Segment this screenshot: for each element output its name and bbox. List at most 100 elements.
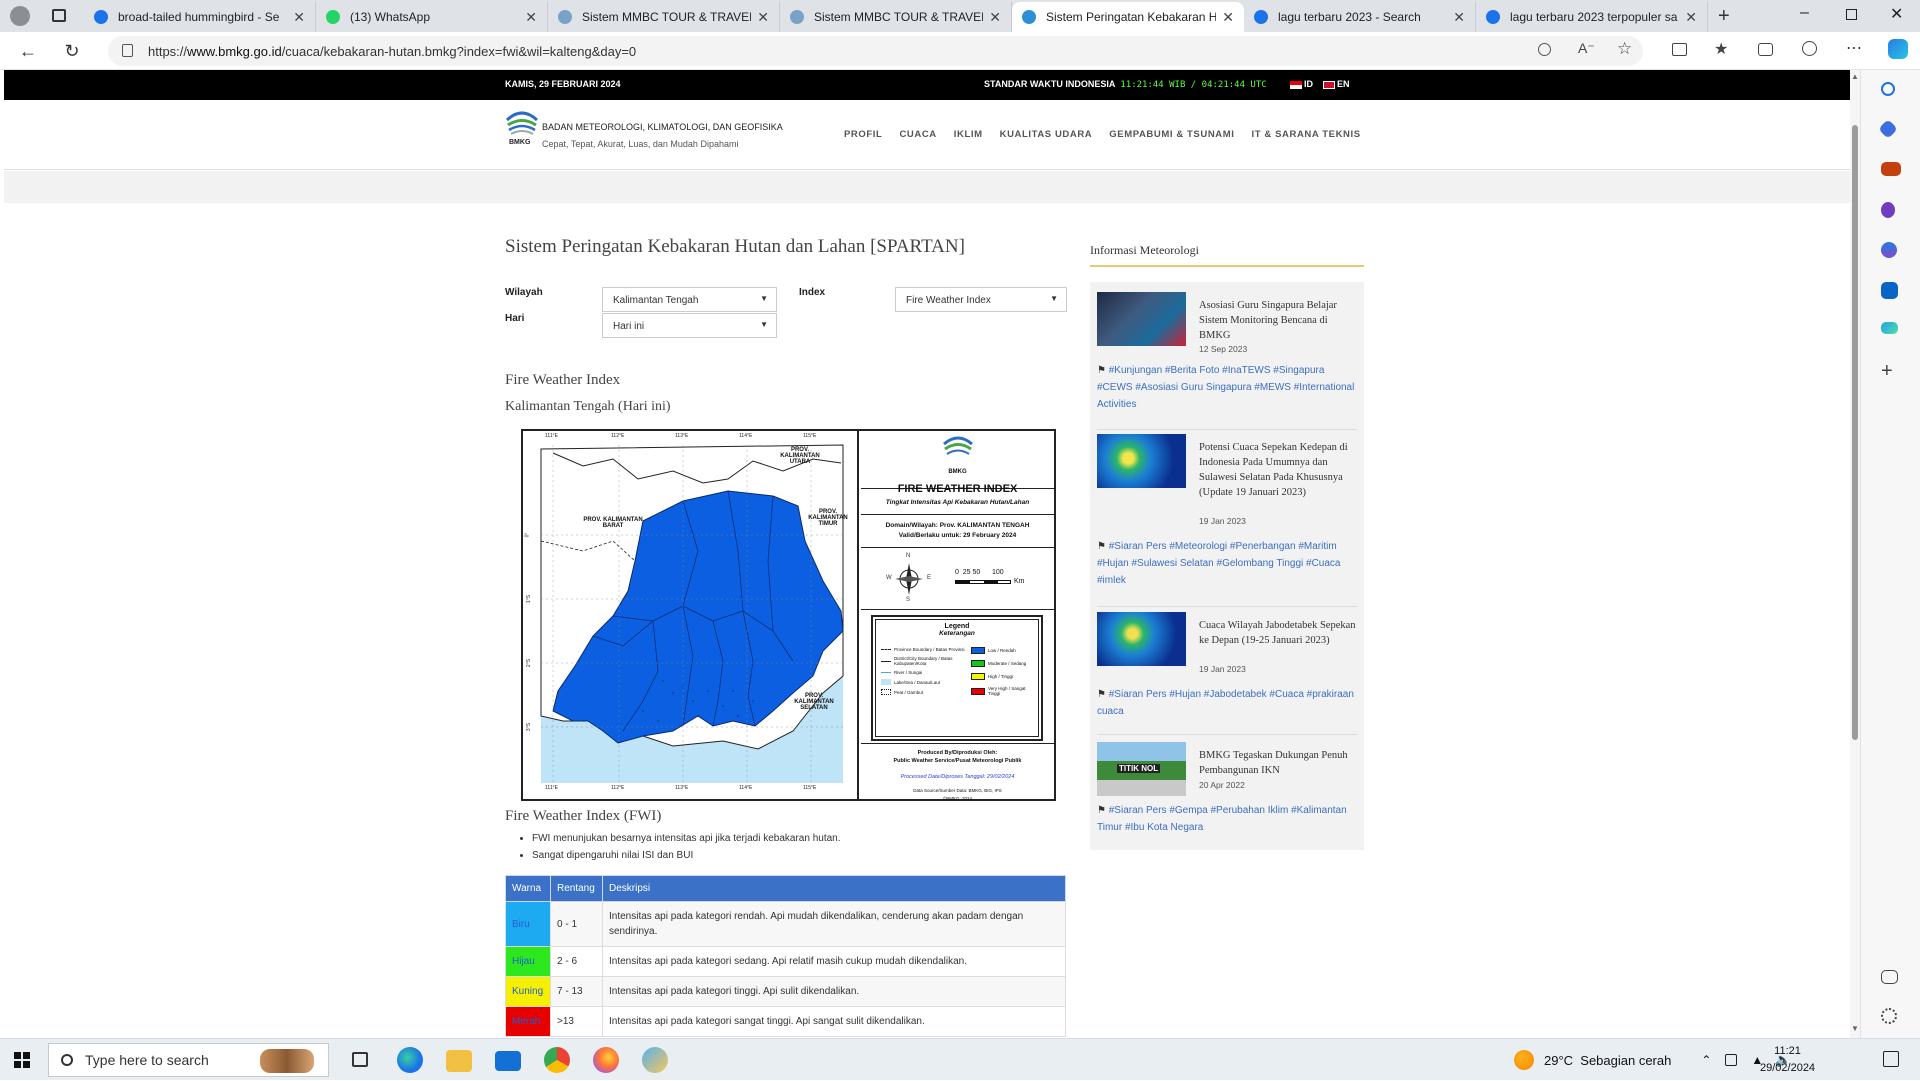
collections-icon[interactable] xyxy=(1758,43,1773,56)
scroll-down-arrow[interactable]: ▼ xyxy=(1851,1024,1859,1033)
screenshot-icon[interactable] xyxy=(1881,970,1898,984)
add-sidebar-icon[interactable]: + xyxy=(1881,361,1901,382)
news-tags-text[interactable]: #Siaran Pers #Hujan #Jabodetabek #Cuaca … xyxy=(1097,689,1354,717)
fwi-heading: Fire Weather Index (FWI) xyxy=(505,808,662,824)
scrollbar-thumb[interactable] xyxy=(1852,125,1858,740)
edge-app-icon[interactable] xyxy=(397,1047,423,1073)
nav-menu-iklim[interactable]: IKLIM xyxy=(954,129,983,140)
news-tags[interactable]: ⚑ #Kunjungan #Berita Foto #InaTEWS #Sing… xyxy=(1097,362,1359,413)
notifications-icon[interactable] xyxy=(1883,1051,1899,1067)
favorites-icon[interactable]: ★ xyxy=(1714,39,1728,59)
close-tab-icon[interactable]: ✕ xyxy=(1447,9,1465,26)
firefox-icon[interactable] xyxy=(593,1047,619,1073)
close-tab-icon[interactable]: ✕ xyxy=(751,9,769,26)
new-tab-button[interactable]: + xyxy=(1718,5,1730,28)
nav-menu-gempabumi-tsunami[interactable]: GEMPABUMI & TSUNAMI xyxy=(1109,129,1234,140)
news-thumbnail[interactable] xyxy=(1097,292,1186,346)
favorite-star-icon[interactable]: ☆ xyxy=(1617,39,1632,59)
scroll-up-arrow[interactable]: ▲ xyxy=(1851,72,1859,81)
read-aloud-icon[interactable]: A⁻ xyxy=(1578,40,1595,57)
lang-id-link[interactable]: ID xyxy=(1290,79,1313,89)
drop-icon[interactable] xyxy=(1881,322,1898,334)
tools-icon[interactable] xyxy=(1881,162,1901,176)
copilot-icon[interactable] xyxy=(1888,39,1908,59)
lang-en-link[interactable]: EN xyxy=(1323,79,1350,89)
close-tab-icon[interactable]: ✕ xyxy=(983,9,1001,26)
browser-tab[interactable]: lagu terbaru 2023 - Search ✕ xyxy=(1244,2,1476,32)
back-button[interactable]: ← xyxy=(10,33,46,69)
browser-tab[interactable]: Sistem MMBC TOUR & TRAVEL ✕ xyxy=(548,2,780,32)
bmkg-logo-icon xyxy=(942,436,973,455)
page-scrollbar[interactable]: ▲ ▼ xyxy=(1850,70,1860,1038)
url-field[interactable]: https://www.bmkg.go.id/cuaca/kebakaran-h… xyxy=(108,36,1643,66)
nav-menu-profil[interactable]: PROFIL xyxy=(844,129,882,140)
taskbar-search[interactable]: Type here to search xyxy=(48,1043,329,1077)
weather-text[interactable]: 29°C Sebagian cerah xyxy=(1544,1053,1671,1068)
shopping-icon[interactable] xyxy=(1878,119,1898,139)
news-tags-text[interactable]: #Kunjungan #Berita Foto #InaTEWS #Singap… xyxy=(1097,365,1354,410)
nav-menu-kualitas-udara[interactable]: KUALITAS UDARA xyxy=(1000,129,1093,140)
browser-tab[interactable]: Sistem MMBC TOUR & TRAVEL ✕ xyxy=(780,2,1012,32)
chevron-up-icon[interactable]: ⌃ xyxy=(1701,1053,1711,1067)
restore-button[interactable] xyxy=(1846,9,1857,20)
browser-tab[interactable]: broad-tailed hummingbird - Se ✕ xyxy=(84,2,316,32)
nav-menu-cuaca[interactable]: CUACA xyxy=(899,129,936,140)
extensions-icon[interactable] xyxy=(1802,41,1817,56)
zoom-icon[interactable] xyxy=(1538,43,1551,56)
outlook-icon[interactable] xyxy=(1881,282,1898,299)
windows-start-icon[interactable] xyxy=(14,1052,30,1068)
network-icon[interactable] xyxy=(1725,1054,1738,1066)
task-view-icon[interactable] xyxy=(352,1052,368,1067)
close-window-button[interactable]: ✕ xyxy=(1890,4,1903,24)
news-title[interactable]: Cuaca Wilayah Jabodetabek Sepekan ke Dep… xyxy=(1199,618,1357,648)
news-tags[interactable]: ⚑ #Siaran Pers #Meteorologi #Penerbangan… xyxy=(1097,538,1359,589)
wilayah-select[interactable]: Kalimantan Tengah ▼ xyxy=(602,287,777,312)
clock-time: 11:21 xyxy=(1774,1045,1801,1057)
browser-tab[interactable]: Sistem Peringatan Kebakaran H ✕ xyxy=(1012,2,1244,32)
data-source: Data Source/Sumber Data: BMKG, BIG, IPS xyxy=(913,788,1002,793)
nav-menu-it-sarana-teknis[interactable]: IT & SARANA TEKNIS xyxy=(1252,129,1361,140)
fwi-table: Warna Rentang Deskripsi Biru 0 - 1 Intensita… xyxy=(505,875,1066,1037)
more-menu-icon[interactable]: ⋯ xyxy=(1846,38,1862,58)
bmkg-logo[interactable]: BMKG xyxy=(505,110,539,150)
fwi-map-image[interactable]: 111°E 112°E 113°E 114°E 115°E 111°E 112°E 113°… xyxy=(521,429,1056,801)
news-tags[interactable]: ⚑ #Siaran Pers #Hujan #Jabodetabek #Cuac… xyxy=(1097,686,1359,720)
search-icon[interactable] xyxy=(1881,82,1895,96)
tab-favicon-icon xyxy=(1486,10,1500,24)
file-explorer-icon[interactable] xyxy=(446,1050,472,1072)
profile-avatar[interactable] xyxy=(10,6,30,26)
refresh-button[interactable]: ↻ xyxy=(54,33,90,69)
split-screen-icon[interactable] xyxy=(1672,43,1687,56)
news-tags-text[interactable]: #Siaran Pers #Meteorologi #Penerbangan #… xyxy=(1097,541,1341,586)
hari-select[interactable]: Hari ini ▼ xyxy=(602,313,777,338)
url-path: /cuaca/kebakaran-hutan.bmkg?index=fwi&wi… xyxy=(281,43,637,59)
flag-id-icon xyxy=(1290,80,1302,89)
index-select[interactable]: Fire Weather Index ▼ xyxy=(895,287,1067,312)
news-thumbnail[interactable]: TITIK NOL xyxy=(1097,742,1186,796)
browser-tab[interactable]: lagu terbaru 2023 terpopuler sa ✕ xyxy=(1476,2,1708,32)
taskbar-clock[interactable]: 11:21 29/02/2024 xyxy=(1760,1043,1815,1077)
weather-icon[interactable] xyxy=(1514,1050,1534,1070)
news-thumbnail[interactable] xyxy=(1097,434,1186,488)
minimize-button[interactable]: – xyxy=(1800,4,1809,22)
microsoft365-icon[interactable] xyxy=(1881,242,1897,258)
close-tab-icon[interactable]: ✕ xyxy=(1679,9,1697,26)
close-tab-icon[interactable]: ✕ xyxy=(287,9,305,26)
close-tab-icon[interactable]: ✕ xyxy=(519,9,537,26)
games-icon[interactable] xyxy=(1881,202,1895,218)
chrome-icon[interactable] xyxy=(544,1047,570,1073)
news-title[interactable]: Potensi Cuaca Sepekan Kedepan di Indones… xyxy=(1199,440,1357,500)
legend-line-text: Province Boundary / Batas Provinsi xyxy=(894,647,965,652)
tab-favicon-icon xyxy=(326,10,340,24)
paint-icon[interactable] xyxy=(642,1047,668,1073)
news-tags-text[interactable]: #Siaran Pers #Gempa #Perubahan Iklim #Ka… xyxy=(1097,805,1347,833)
news-title[interactable]: Asosiasi Guru Singapura Belajar Sistem M… xyxy=(1199,298,1357,343)
news-title[interactable]: BMKG Tegaskan Dukungan Penuh Pembangunan… xyxy=(1199,748,1357,778)
mail-icon[interactable] xyxy=(495,1051,521,1071)
tab-actions-icon[interactable] xyxy=(52,9,66,22)
settings-gear-icon[interactable] xyxy=(1881,1008,1897,1024)
news-thumbnail[interactable] xyxy=(1097,612,1186,666)
browser-tab[interactable]: (13) WhatsApp ✕ xyxy=(316,2,548,32)
news-tags[interactable]: ⚑ #Siaran Pers #Gempa #Perubahan Iklim #… xyxy=(1097,802,1359,836)
close-tab-icon[interactable]: ✕ xyxy=(1216,9,1234,26)
